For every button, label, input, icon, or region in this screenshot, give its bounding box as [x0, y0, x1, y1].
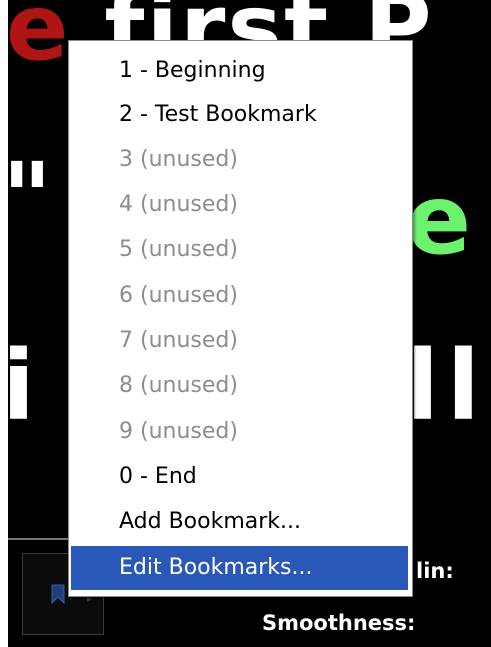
- menu-item-bookmark-4: 4 (unused): [119, 192, 238, 217]
- menu-item-bookmark-3: 3 (unused): [119, 147, 238, 172]
- background-text-line-3-left: i: [8, 330, 41, 442]
- menu-item-bookmark-8: 8 (unused): [119, 373, 238, 398]
- menu-item-edit-bookmarks[interactable]: Edit Bookmarks...: [71, 546, 408, 590]
- background-quote-mark: ": [8, 150, 52, 246]
- smoothness-label: Smoothness:: [262, 611, 416, 635]
- background-green-letter: e: [406, 164, 472, 276]
- min-label: lin:: [416, 559, 454, 583]
- menu-item-bookmark-1[interactable]: 1 - Beginning: [69, 49, 412, 93]
- bookmarks-menu: 1 - Beginning 2 - Test Bookmark 3 (unuse…: [68, 40, 413, 597]
- bookmark-icon: [51, 584, 65, 604]
- menu-item-bookmark-5: 5 (unused): [119, 237, 238, 262]
- divider: [8, 538, 68, 540]
- background-text-line-3-right: ll: [406, 330, 488, 442]
- menu-item-bookmark-2[interactable]: 2 - Test Bookmark: [69, 93, 412, 137]
- menu-item-bookmark-0[interactable]: 0 - End: [69, 455, 412, 499]
- menu-item-add-bookmark[interactable]: Add Bookmark...: [69, 500, 412, 544]
- menu-item-bookmark-7: 7 (unused): [119, 328, 238, 353]
- menu-item-bookmark-6: 6 (unused): [119, 283, 238, 308]
- menu-item-bookmark-9: 9 (unused): [119, 419, 238, 444]
